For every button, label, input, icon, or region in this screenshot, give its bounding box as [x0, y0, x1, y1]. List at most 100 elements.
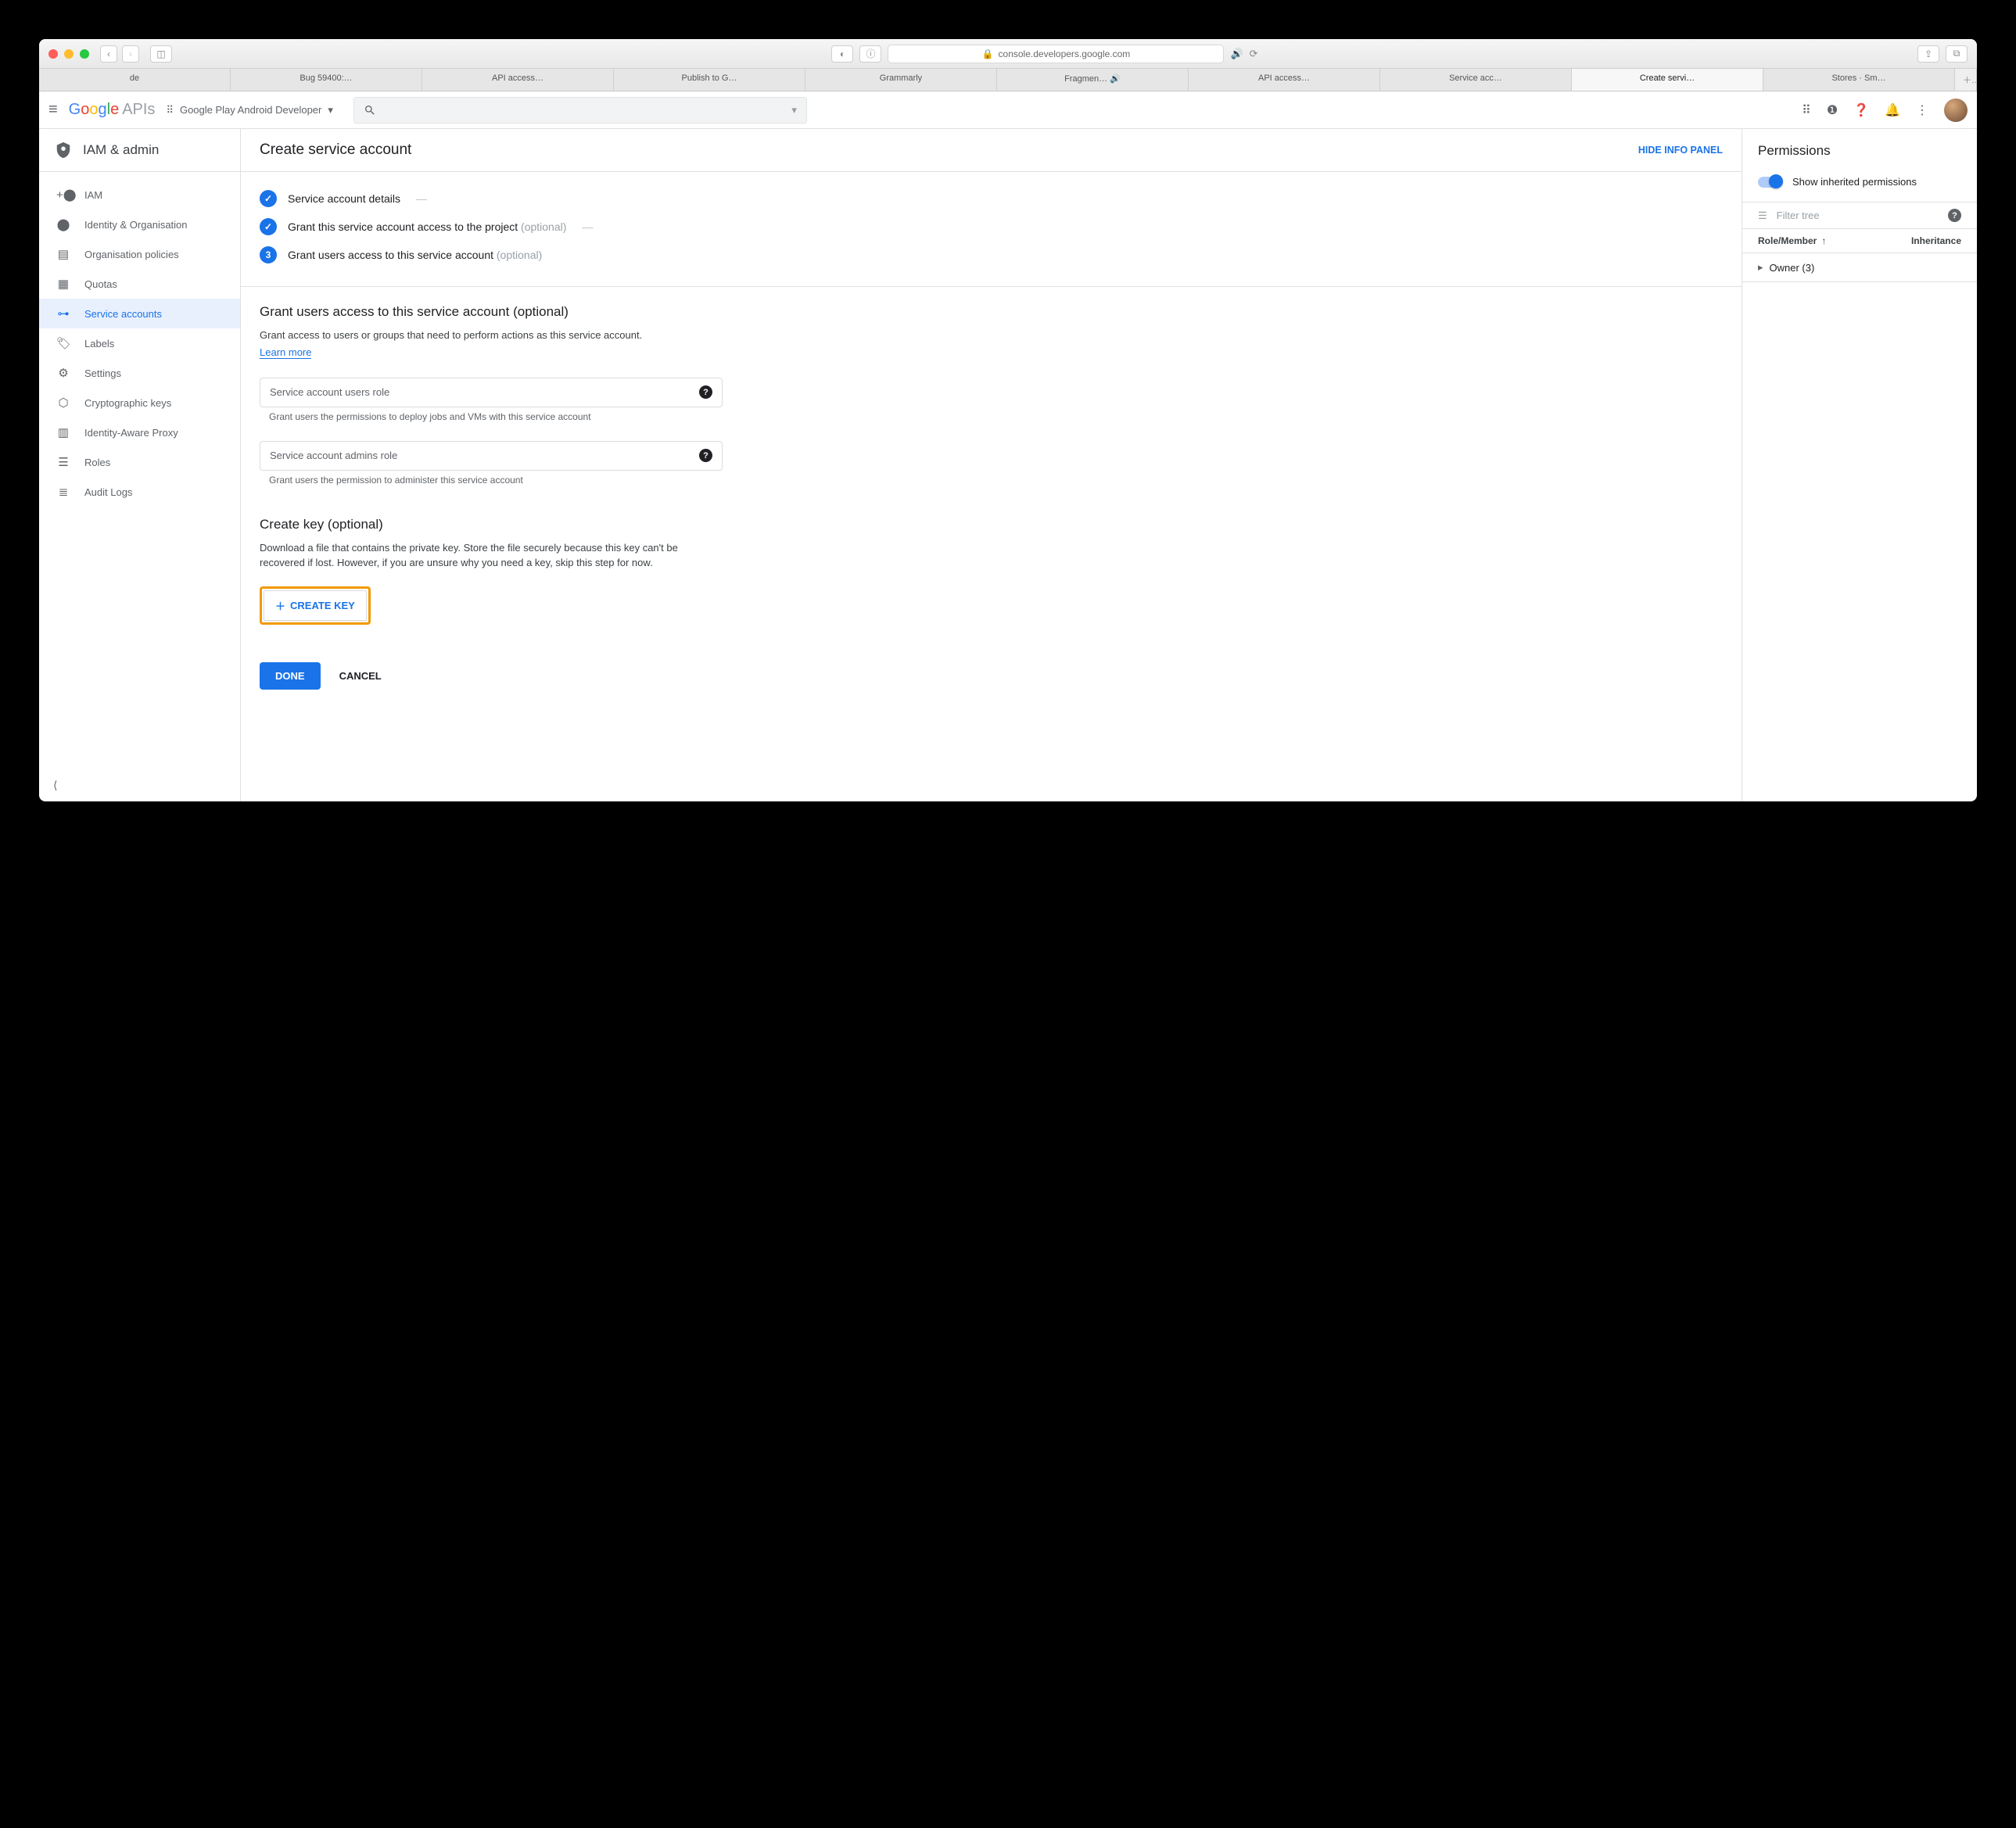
address-bar[interactable]: 🔒 console.developers.google.com: [888, 45, 1224, 63]
sidebar: IAM & admin +⬤IAM ⬤Identity & Organisati…: [39, 129, 241, 801]
browser-tab[interactable]: Grammarly: [805, 69, 997, 91]
browser-tab[interactable]: Fragmen… 🔊: [997, 69, 1189, 91]
alert-icon[interactable]: ❶: [1827, 102, 1838, 118]
tree-row-owner[interactable]: ▸ Owner (3): [1742, 253, 1977, 282]
browser-tab-strip: de Bug 59400:… API access… Publish to G……: [39, 69, 1977, 91]
sidebar-title: IAM & admin: [83, 142, 159, 158]
hamburger-icon[interactable]: ≡: [48, 101, 58, 119]
project-selector[interactable]: ⠿ Google Play Android Developer ▾: [166, 104, 332, 116]
section-description: Download a file that contains the privat…: [260, 540, 723, 571]
minimize-window-icon[interactable]: [64, 49, 74, 59]
edit-dash-icon: —: [582, 220, 593, 233]
help-icon[interactable]: ?: [699, 385, 712, 399]
gear-icon: ⚙: [56, 366, 70, 380]
titlebar: ‹ › ◫ ◐ ⓘ 🔒 console.developers.google.co…: [39, 39, 1977, 69]
search-input[interactable]: ▾: [353, 97, 807, 124]
plus-icon: ＋: [275, 598, 285, 613]
filter-icon[interactable]: ☰: [1758, 210, 1767, 222]
avatar[interactable]: [1944, 99, 1968, 122]
project-name: Google Play Android Developer: [180, 104, 321, 116]
service-account-users-role-input[interactable]: Service account users role ?: [260, 378, 723, 407]
sidebar-item-settings[interactable]: ⚙Settings: [39, 358, 240, 388]
close-window-icon[interactable]: [48, 49, 58, 59]
create-key-highlight: ＋ CREATE KEY: [260, 586, 371, 625]
sidebar-item-quotas[interactable]: ▦Quotas: [39, 269, 240, 299]
tabs-overview-button[interactable]: ⧉: [1946, 45, 1968, 63]
shield-icon: [55, 142, 72, 159]
sidebar-item-crypto-keys[interactable]: ⬡Cryptographic keys: [39, 388, 240, 418]
field-hint: Grant users the permissions to deploy jo…: [260, 407, 723, 422]
help-icon[interactable]: ?: [1948, 209, 1961, 222]
help-icon[interactable]: ❓: [1853, 102, 1869, 118]
key-shield-icon: ⬡: [56, 396, 70, 410]
gift-icon[interactable]: ⠿: [1802, 102, 1811, 118]
google-apis-logo[interactable]: Google APIs: [69, 101, 156, 119]
search-icon: [364, 104, 376, 116]
filter-tree-input[interactable]: Filter tree: [1777, 210, 1939, 221]
sidebar-item-org-policies[interactable]: ▤Organisation policies: [39, 239, 240, 269]
browser-tab[interactable]: API access…: [422, 69, 614, 91]
section-description: Grant access to users or groups that nee…: [260, 328, 723, 343]
content: Create service account HIDE INFO PANEL S…: [241, 129, 1742, 801]
extension-button-2[interactable]: ⓘ: [859, 45, 881, 63]
caret-right-icon: ▸: [1758, 261, 1763, 274]
sidebar-header: IAM & admin: [39, 129, 240, 172]
step-2[interactable]: Grant this service account access to the…: [260, 213, 1723, 241]
step-number-icon: 3: [260, 246, 277, 263]
sidebar-item-service-accounts[interactable]: ⊶Service accounts: [39, 299, 240, 328]
check-icon: [260, 190, 277, 207]
service-account-icon: ⊶: [56, 306, 70, 321]
step-1[interactable]: Service account details —: [260, 185, 1723, 213]
hide-info-panel-button[interactable]: HIDE INFO PANEL: [1638, 145, 1723, 156]
reader-icon[interactable]: 🔊: [1230, 48, 1243, 60]
app-header: ≡ Google APIs ⠿ Google Play Android Deve…: [39, 91, 1977, 129]
step-3: 3 Grant users access to this service acc…: [260, 241, 1723, 269]
stepper: Service account details — Grant this ser…: [241, 172, 1742, 287]
logs-icon: ≣: [56, 485, 70, 499]
notifications-icon[interactable]: 🔔: [1885, 102, 1900, 118]
section-heading-create-key: Create key (optional): [260, 517, 723, 532]
inherited-permissions-toggle[interactable]: [1758, 177, 1781, 188]
person-add-icon: +⬤: [56, 188, 70, 202]
sidebar-toggle-button[interactable]: ◫: [150, 45, 172, 63]
help-icon[interactable]: ?: [699, 449, 712, 462]
lock-icon: 🔒: [982, 48, 994, 59]
service-account-admins-role-input[interactable]: Service account admins role ?: [260, 441, 723, 471]
share-button[interactable]: ⇪: [1917, 45, 1939, 63]
forward-button[interactable]: ›: [122, 45, 139, 63]
sidebar-item-labels[interactable]: 🏷Labels: [39, 328, 240, 358]
browser-tab[interactable]: Bug 59400:…: [231, 69, 422, 91]
chevron-down-icon: ▾: [791, 104, 797, 116]
learn-more-link[interactable]: Learn more: [260, 346, 311, 359]
sidebar-item-iam[interactable]: +⬤IAM: [39, 180, 240, 210]
page-title: Create service account: [260, 142, 411, 159]
browser-tab[interactable]: Stores · Sm…: [1763, 69, 1955, 91]
done-button[interactable]: DONE: [260, 662, 321, 690]
toggle-label: Show inherited permissions: [1792, 176, 1917, 188]
sidebar-item-roles[interactable]: ☰Roles: [39, 447, 240, 477]
browser-tab[interactable]: Publish to G…: [614, 69, 805, 91]
cancel-button[interactable]: CANCEL: [339, 670, 382, 682]
label-icon: 🏷: [56, 336, 70, 350]
collapse-sidebar-button[interactable]: ⟨: [39, 769, 240, 801]
sidebar-item-identity[interactable]: ⬤Identity & Organisation: [39, 210, 240, 239]
sort-arrow-icon[interactable]: ↑: [1821, 235, 1826, 246]
new-tab-button[interactable]: ＋: [1955, 69, 1977, 91]
browser-tab[interactable]: Service acc…: [1380, 69, 1572, 91]
fullscreen-window-icon[interactable]: [80, 49, 89, 59]
browser-window: ‹ › ◫ ◐ ⓘ 🔒 console.developers.google.co…: [39, 39, 1977, 801]
sidebar-item-audit-logs[interactable]: ≣Audit Logs: [39, 477, 240, 507]
check-icon: [260, 218, 277, 235]
quota-icon: ▦: [56, 277, 70, 291]
sidebar-item-iap[interactable]: ▥Identity-Aware Proxy: [39, 418, 240, 447]
reload-icon[interactable]: ⟳: [1250, 48, 1258, 60]
browser-tab-active[interactable]: Create servi…: [1572, 69, 1763, 91]
browser-tab[interactable]: de: [39, 69, 231, 91]
extension-button-1[interactable]: ◐: [831, 45, 853, 63]
field-hint: Grant users the permission to administer…: [260, 471, 723, 486]
person-icon: ⬤: [56, 217, 70, 231]
more-icon[interactable]: ⋮: [1916, 102, 1928, 118]
back-button[interactable]: ‹: [100, 45, 117, 63]
create-key-button[interactable]: ＋ CREATE KEY: [264, 590, 367, 621]
browser-tab[interactable]: API access…: [1189, 69, 1380, 91]
